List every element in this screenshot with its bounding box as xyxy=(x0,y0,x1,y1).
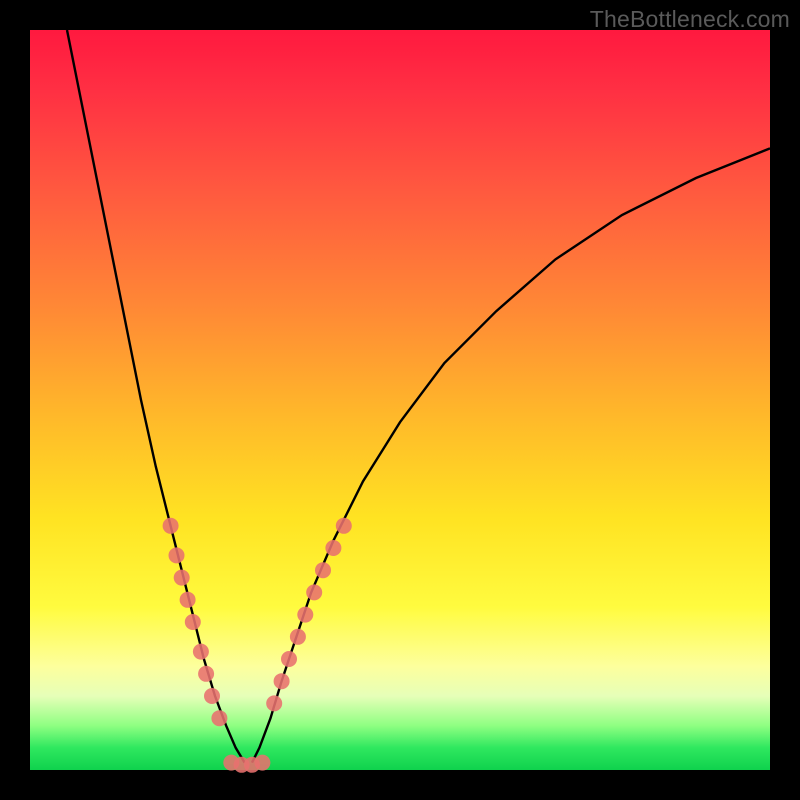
data-point xyxy=(336,518,352,534)
plot-area xyxy=(30,30,770,770)
data-point xyxy=(198,666,214,682)
dots-valley xyxy=(223,755,270,773)
data-point xyxy=(274,673,290,689)
data-point xyxy=(315,562,331,578)
data-point xyxy=(254,755,270,771)
dots-left-branch xyxy=(163,518,228,726)
chart-frame: TheBottleneck.com xyxy=(0,0,800,800)
data-point xyxy=(204,688,220,704)
data-point xyxy=(281,651,297,667)
data-point xyxy=(169,547,185,563)
data-point xyxy=(211,710,227,726)
data-point xyxy=(325,540,341,556)
data-point xyxy=(297,607,313,623)
data-point xyxy=(193,644,209,660)
data-point xyxy=(266,695,282,711)
curve-svg xyxy=(30,30,770,770)
data-point xyxy=(185,614,201,630)
data-point xyxy=(180,592,196,608)
data-point xyxy=(290,629,306,645)
curve-right xyxy=(252,148,770,762)
curve-left xyxy=(67,30,245,763)
dots-right-branch xyxy=(266,518,352,712)
watermark-text: TheBottleneck.com xyxy=(590,6,790,33)
data-point xyxy=(306,584,322,600)
data-point xyxy=(163,518,179,534)
data-point xyxy=(174,570,190,586)
